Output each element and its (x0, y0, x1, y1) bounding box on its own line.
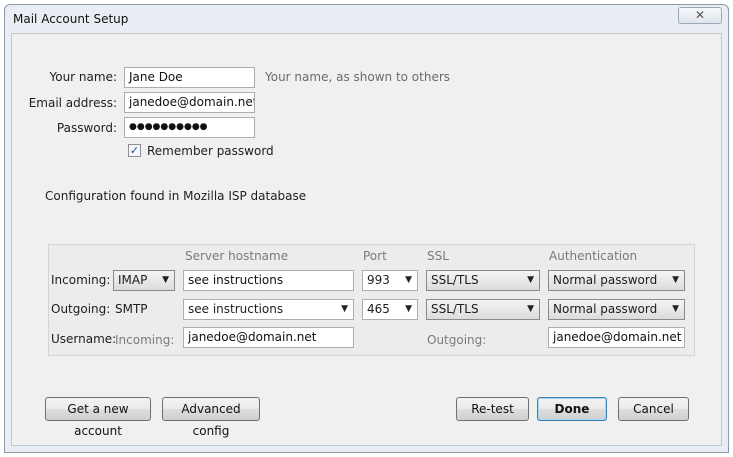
outgoing-hostname-value: see instructions (188, 302, 284, 316)
incoming-username-input[interactable]: janedoe@domain.net (183, 327, 354, 348)
your-name-input[interactable]: Jane Doe (124, 67, 255, 88)
checkmark-icon: ✓ (129, 144, 140, 157)
chevron-down-icon: ▼ (527, 275, 534, 285)
header-server-hostname: Server hostname (185, 249, 289, 263)
outgoing-hostname-combo[interactable]: see instructions ▼ (183, 299, 354, 320)
outgoing-auth-select[interactable]: Normal password ▼ (548, 299, 685, 320)
incoming-auth-select[interactable]: Normal password ▼ (548, 270, 685, 291)
header-port: Port (363, 249, 387, 263)
incoming-port-combo[interactable]: 993 ▼ (362, 270, 418, 291)
your-name-hint: Your name, as shown to others (265, 70, 451, 84)
outgoing-port-combo[interactable]: 465 ▼ (362, 299, 418, 320)
dialog-content: Your name: Jane Doe Your name, as shown … (11, 33, 722, 446)
outgoing-username-input[interactable]: janedoe@domain.net (548, 327, 685, 348)
header-authentication: Authentication (549, 249, 638, 263)
chevron-down-icon: ▼ (405, 304, 412, 314)
chevron-down-icon: ▼ (672, 304, 679, 314)
incoming-protocol-value: IMAP (118, 273, 148, 287)
outgoing-label: Outgoing: (51, 302, 111, 316)
incoming-ssl-value: SSL/TLS (431, 273, 479, 287)
window-title: Mail Account Setup (13, 12, 129, 26)
chevron-down-icon: ▼ (672, 275, 679, 285)
chevron-down-icon: ▼ (162, 275, 169, 285)
outgoing-protocol: SMTP (115, 302, 148, 316)
chevron-down-icon: ▼ (341, 304, 348, 314)
advanced-config-button[interactable]: Advanced config (162, 397, 260, 438)
outgoing-ssl-select[interactable]: SSL/TLS ▼ (426, 299, 540, 320)
incoming-label: Incoming: (51, 273, 111, 287)
incoming-hostname-input[interactable]: see instructions (183, 270, 354, 291)
cancel-button[interactable]: Cancel (618, 397, 689, 421)
close-button[interactable]: ✕ (678, 7, 722, 24)
incoming-protocol-select[interactable]: IMAP ▼ (113, 270, 175, 291)
incoming-ssl-select[interactable]: SSL/TLS ▼ (426, 270, 540, 291)
email-address-label: Email address: (28, 96, 117, 110)
remember-password-checkbox[interactable]: ✓ (128, 144, 141, 157)
username-label: Username: (51, 332, 117, 346)
status-message: Configuration found in Mozilla ISP datab… (45, 189, 307, 203)
password-label: Password: (56, 121, 117, 135)
remember-password-label: Remember password (147, 144, 274, 158)
incoming-auth-value: Normal password (553, 273, 658, 287)
get-new-account-button[interactable]: Get a new account (45, 397, 151, 438)
outgoing-port-value: 465 (367, 302, 390, 316)
close-icon: ✕ (694, 8, 706, 22)
outgoing-ssl-value: SSL/TLS (431, 302, 479, 316)
chevron-down-icon: ▼ (405, 275, 412, 285)
incoming-port-value: 993 (367, 273, 390, 287)
chevron-down-icon: ▼ (527, 304, 534, 314)
header-ssl: SSL (427, 249, 449, 263)
retest-button[interactable]: Re-test (456, 397, 529, 421)
mail-account-setup-dialog: Mail Account Setup ✕ Your name: Jane Doe… (4, 4, 729, 453)
username-outgoing-label: Outgoing: (427, 333, 487, 347)
password-input[interactable]: ●●●●●●●●●● (124, 117, 255, 138)
done-button[interactable]: Done (537, 397, 607, 421)
email-address-input[interactable]: janedoe@domain.net (124, 92, 255, 113)
username-incoming-label: Incoming: (115, 333, 175, 347)
outgoing-auth-value: Normal password (553, 302, 658, 316)
your-name-label: Your name: (49, 70, 117, 84)
title-bar: Mail Account Setup ✕ (5, 5, 728, 33)
